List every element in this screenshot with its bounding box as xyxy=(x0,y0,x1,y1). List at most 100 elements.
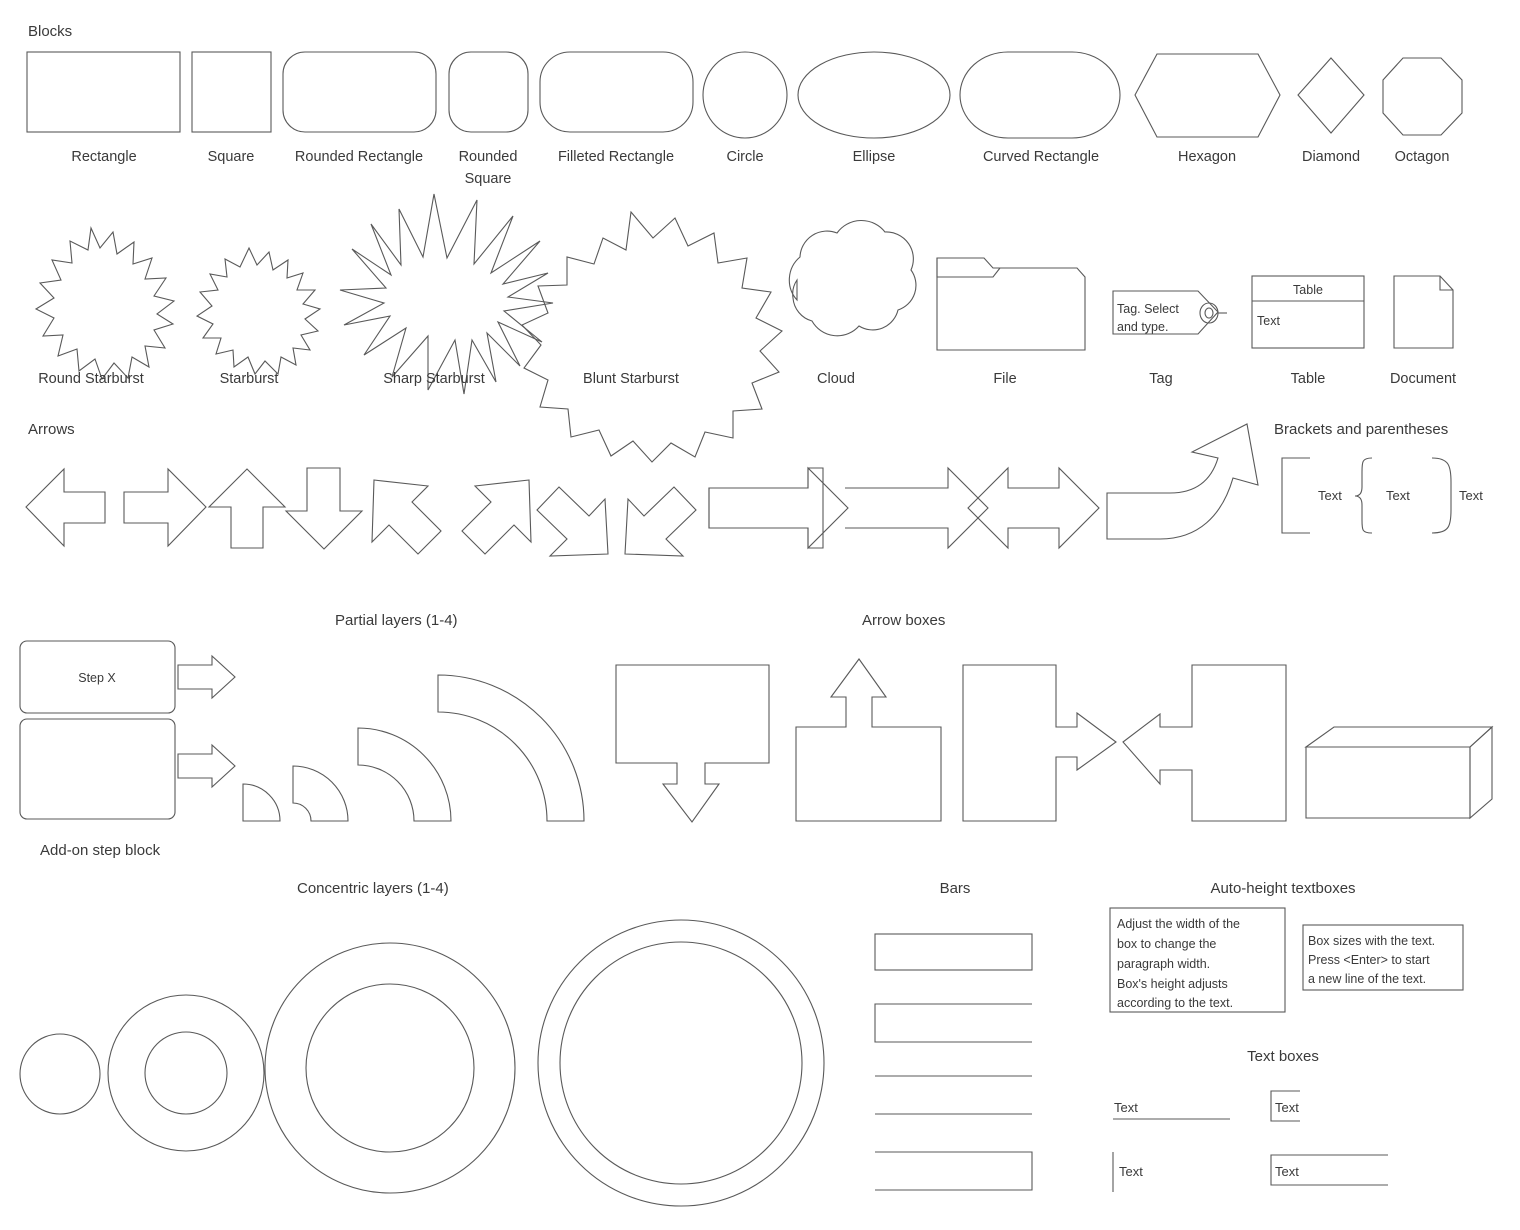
table-header-text: Table xyxy=(1293,283,1323,297)
arrow-right[interactable] xyxy=(123,467,207,548)
shape-filleted-rectangle[interactable]: Filleted Rectangle xyxy=(539,51,694,165)
shape-blunt-starburst[interactable]: Blunt Starburst xyxy=(521,210,783,463)
shape-circle[interactable]: Circle xyxy=(702,51,788,165)
auto-height-textbox-wide-line-4: Box's height adjusts xyxy=(1117,977,1228,991)
shape-table[interactable]: Table Text Table xyxy=(1251,275,1365,387)
shape-label-sharp-starburst: Sharp Starburst xyxy=(383,371,485,387)
bracket-curly-label: Text xyxy=(1386,488,1410,503)
section-title-bars: Bars xyxy=(940,880,971,897)
shape-octagon[interactable]: Octagon xyxy=(1382,57,1463,165)
shape-curved-rectangle[interactable]: Curved Rectangle xyxy=(959,51,1121,165)
addon-step-block-arrow-bottom[interactable] xyxy=(177,743,236,789)
text-box-open-right-top-label: Text xyxy=(1275,1100,1299,1115)
arrow-box-left[interactable] xyxy=(1122,664,1287,822)
auto-height-textbox-wide-line-2: box to change the xyxy=(1117,937,1216,951)
shape-label-rounded-rectangle: Rounded Rectangle xyxy=(295,149,423,165)
bar-full-rectangle[interactable] xyxy=(874,933,1033,971)
concentric-layer-3[interactable] xyxy=(264,942,516,1194)
shape-label-curved-rectangle: Curved Rectangle xyxy=(983,149,1099,165)
shape-file[interactable]: File xyxy=(936,257,1086,387)
shape-label-rounded-square-2: Square xyxy=(465,171,512,187)
auto-height-textbox-wide-line-1: Adjust the width of the xyxy=(1117,917,1240,931)
shape-hexagon[interactable]: Hexagon xyxy=(1134,53,1281,165)
arrow-open-right[interactable] xyxy=(845,466,989,550)
bar-two-rules[interactable] xyxy=(875,1075,1032,1115)
shape-label-table: Table xyxy=(1291,371,1326,387)
bar-open-left[interactable] xyxy=(875,1151,1033,1191)
arrow-down-right[interactable] xyxy=(536,486,609,557)
partial-layer-3[interactable] xyxy=(357,727,452,822)
auto-height-textbox-narrow-line-2: Press <Enter> to start xyxy=(1308,953,1430,967)
text-box-underline-label: Text xyxy=(1114,1100,1138,1115)
arrow-up-right[interactable] xyxy=(461,479,532,555)
arrow-box-down[interactable] xyxy=(615,664,770,823)
shape-label-cloud: Cloud xyxy=(817,371,855,387)
shape-document[interactable]: Document xyxy=(1390,275,1456,387)
partial-layer-4[interactable] xyxy=(437,674,585,822)
shape-label-document: Document xyxy=(1390,371,1456,387)
section-title-arrow-boxes: Arrow boxes xyxy=(862,612,945,629)
shape-label-filleted-rectangle: Filleted Rectangle xyxy=(558,149,674,165)
concentric-layer-2[interactable] xyxy=(107,994,265,1152)
addon-step-block-arrow-top[interactable] xyxy=(177,654,236,700)
shape-label-rounded-square: Rounded xyxy=(459,149,518,165)
shape-label-blunt-starburst: Blunt Starburst xyxy=(583,371,679,387)
shape-label-circle: Circle xyxy=(726,149,763,165)
bracket-parenthesis[interactable]: Text xyxy=(1431,457,1483,534)
auto-height-textbox-wide-line-3: paragraph width. xyxy=(1117,957,1210,971)
arrow-up[interactable] xyxy=(207,468,287,549)
section-title-partial-layers: Partial layers (1-4) xyxy=(335,612,458,629)
bar-open-right[interactable] xyxy=(874,1003,1032,1043)
section-title-text-boxes: Text boxes xyxy=(1247,1048,1319,1065)
arrow-box-up[interactable] xyxy=(795,658,942,822)
shape-sharp-starburst[interactable]: Sharp Starburst xyxy=(339,193,554,395)
shape-rounded-rectangle[interactable]: Rounded Rectangle xyxy=(282,51,437,165)
section-title-arrows: Arrows xyxy=(28,421,75,438)
arrow-box-right[interactable] xyxy=(962,664,1117,822)
shape-label-round-starburst: Round Starburst xyxy=(38,371,144,387)
section-title-concentric-layers: Concentric layers (1-4) xyxy=(297,880,449,897)
shape-ellipse[interactable]: Ellipse xyxy=(797,51,951,165)
arrow-curved[interactable] xyxy=(1106,423,1259,540)
addon-step-block-top[interactable]: Step X xyxy=(19,640,176,714)
auto-height-textbox-wide[interactable]: Adjust the width of the box to change th… xyxy=(1109,907,1286,1013)
shape-label-hexagon: Hexagon xyxy=(1178,149,1236,165)
arrow-left[interactable] xyxy=(25,467,106,548)
bracket-parenthesis-label: Text xyxy=(1459,488,1483,503)
bracket-curly[interactable]: Text xyxy=(1354,457,1410,534)
shape-3d-box[interactable] xyxy=(1304,725,1494,820)
shape-label-ellipse: Ellipse xyxy=(853,149,896,165)
text-box-open-right-full-label: Text xyxy=(1275,1164,1299,1179)
text-box-open-right-full[interactable]: Text xyxy=(1270,1154,1388,1186)
text-box-left-bar[interactable]: Text xyxy=(1112,1152,1143,1192)
shape-rounded-square[interactable]: Rounded Square xyxy=(448,51,529,187)
shape-label-square: Square xyxy=(208,149,255,165)
concentric-layer-4[interactable] xyxy=(537,919,825,1207)
addon-step-block-bottom[interactable] xyxy=(19,718,176,820)
partial-layer-1[interactable] xyxy=(242,783,281,822)
shape-diamond[interactable]: Diamond xyxy=(1297,57,1365,165)
auto-height-textbox-wide-line-5: according to the text. xyxy=(1117,996,1233,1010)
shape-round-starburst[interactable]: Round Starburst xyxy=(34,226,176,387)
shape-square[interactable]: Square xyxy=(191,51,272,165)
shape-cloud[interactable]: Cloud xyxy=(788,219,917,387)
text-box-left-bar-label: Text xyxy=(1119,1164,1143,1179)
arrow-down[interactable] xyxy=(284,467,364,550)
shape-tag[interactable]: Tag. Select and type. Tag xyxy=(1112,290,1227,387)
bracket-square[interactable]: Text xyxy=(1281,457,1342,534)
arrow-up-left[interactable] xyxy=(371,479,442,555)
shape-starburst[interactable]: Starburst xyxy=(195,246,322,387)
shape-rectangle[interactable]: Rectangle xyxy=(26,51,181,165)
arrow-block-right-body[interactable] xyxy=(708,466,849,550)
text-box-open-right-top[interactable]: Text xyxy=(1270,1090,1300,1122)
tag-inner-text-line1: Tag. Select xyxy=(1117,302,1179,316)
shape-label-starburst: Starburst xyxy=(220,371,279,387)
auto-height-textbox-narrow[interactable]: Box sizes with the text. Press <Enter> t… xyxy=(1302,924,1464,991)
concentric-layer-1[interactable] xyxy=(19,1033,101,1115)
arrow-down-left[interactable] xyxy=(624,486,697,557)
arrow-block-right[interactable] xyxy=(708,467,824,549)
section-title-auto-height-textboxes: Auto-height textboxes xyxy=(1210,880,1355,897)
text-box-underline[interactable]: Text xyxy=(1113,1100,1230,1120)
table-cell-text: Text xyxy=(1257,314,1280,328)
partial-layer-2[interactable] xyxy=(292,765,349,822)
